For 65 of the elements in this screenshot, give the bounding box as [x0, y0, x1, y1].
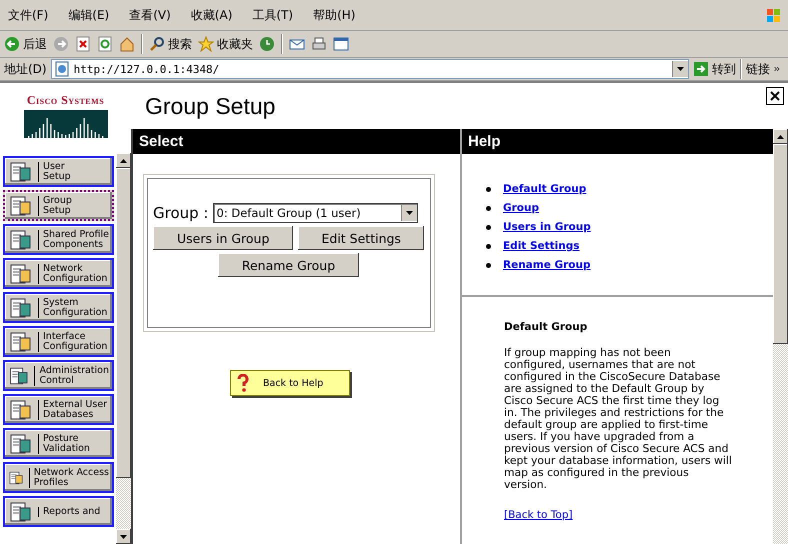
help-link[interactable]: Rename Group: [503, 256, 590, 275]
bullet-icon: [486, 206, 491, 211]
sidebar-item[interactable]: Group Setup: [3, 190, 114, 221]
help-link[interactable]: Default Group: [503, 180, 586, 199]
sidebar-item[interactable]: Posture Validation: [3, 428, 114, 459]
star-icon: [198, 36, 214, 52]
address-field[interactable]: http://127.0.0.1:4348/: [50, 59, 689, 79]
dropdown-arrow-icon[interactable]: [406, 211, 412, 215]
sidebar-item[interactable]: Shared Profile Components: [3, 224, 114, 255]
favorites-button[interactable]: 收藏夹: [198, 36, 253, 52]
bridge-logo-icon: [24, 110, 108, 138]
printer-icon: [311, 36, 327, 52]
page-icon: [54, 61, 70, 77]
bullet-icon: [486, 263, 491, 268]
group-select[interactable]: 0: Default Group (1 user): [212, 203, 418, 223]
history-icon: [259, 36, 275, 52]
menu-item[interactable]: 收藏(A): [186, 6, 242, 24]
refresh-icon: [97, 36, 113, 52]
back-to-help-button[interactable]: Back to Help: [230, 370, 350, 396]
rename-group-button[interactable]: Rename Group: [218, 253, 359, 277]
menu-item[interactable]: 查看(V): [125, 6, 181, 24]
sidebar-item[interactable]: Network Configuration: [3, 258, 114, 289]
bullet-icon: [486, 225, 491, 230]
sidebar-item[interactable]: External User Databases: [3, 394, 114, 425]
back-button[interactable]: 后退: [4, 36, 47, 52]
sidebar-item[interactable]: Reports and: [3, 496, 114, 527]
group-label: Group :: [153, 204, 208, 222]
menu-item[interactable]: 工具(T): [248, 6, 304, 24]
address-label: 地址(D): [4, 60, 47, 78]
sidebar-item[interactable]: Interface Configuration: [3, 326, 114, 357]
stop-icon: [75, 36, 91, 52]
logo-text: Cisco Systems: [26, 93, 104, 108]
help-link[interactable]: Users in Group: [503, 218, 591, 237]
up-arrow-icon[interactable]: [777, 134, 784, 138]
menu-item[interactable]: 帮助(H): [309, 6, 366, 24]
search-icon: [149, 36, 165, 52]
help-link[interactable]: Group: [503, 199, 540, 218]
home-icon: [119, 36, 135, 52]
panel-header: Help: [462, 129, 773, 154]
edit-settings-button[interactable]: Edit Settings: [298, 226, 424, 250]
sidebar-item[interactable]: Network Access Profiles: [3, 462, 114, 493]
sidebar-item[interactable]: User Setup: [3, 156, 114, 187]
sidebar-item[interactable]: Administration Control: [3, 360, 114, 391]
close-icon: [770, 91, 780, 101]
sidebar-item[interactable]: System Configuration: [3, 292, 114, 323]
help-link[interactable]: Edit Settings: [503, 237, 580, 256]
scrollbar[interactable]: [116, 153, 131, 544]
panel-header: Select: [133, 129, 460, 154]
bullet-icon: [486, 244, 491, 249]
menu-item[interactable]: 编辑(E): [64, 6, 120, 24]
up-arrow-icon[interactable]: [120, 158, 127, 162]
menu-item[interactable]: 文件(F): [4, 6, 58, 24]
down-arrow-icon[interactable]: [120, 534, 127, 538]
question-mark-icon: [237, 374, 249, 392]
section-text: If group mapping has not been configured, usernames that are not configured in the CiscoSecure Database are assigned to the Default Group by Cisco Secure ACS the first time they log in. The privileges and restrictions for the default group are applied to first-time users. If you have upgraded from a previous version of Cisco Secure ACS and kept your database information, users will map as configured in the previous version.: [504, 347, 733, 491]
close-button[interactable]: [766, 87, 784, 105]
scrollbar[interactable]: [773, 129, 788, 544]
users-in-group-button[interactable]: Users in Group: [153, 226, 294, 250]
go-button[interactable]: 转到: [693, 60, 736, 78]
back-to-top-link[interactable]: [Back to Top]: [504, 509, 573, 521]
search-button[interactable]: 搜索: [149, 36, 192, 52]
section-title: Default Group: [504, 321, 588, 333]
links-label[interactable]: 链接: [746, 60, 770, 78]
bullet-icon: [486, 187, 491, 192]
page-title: Group Setup: [145, 92, 276, 120]
